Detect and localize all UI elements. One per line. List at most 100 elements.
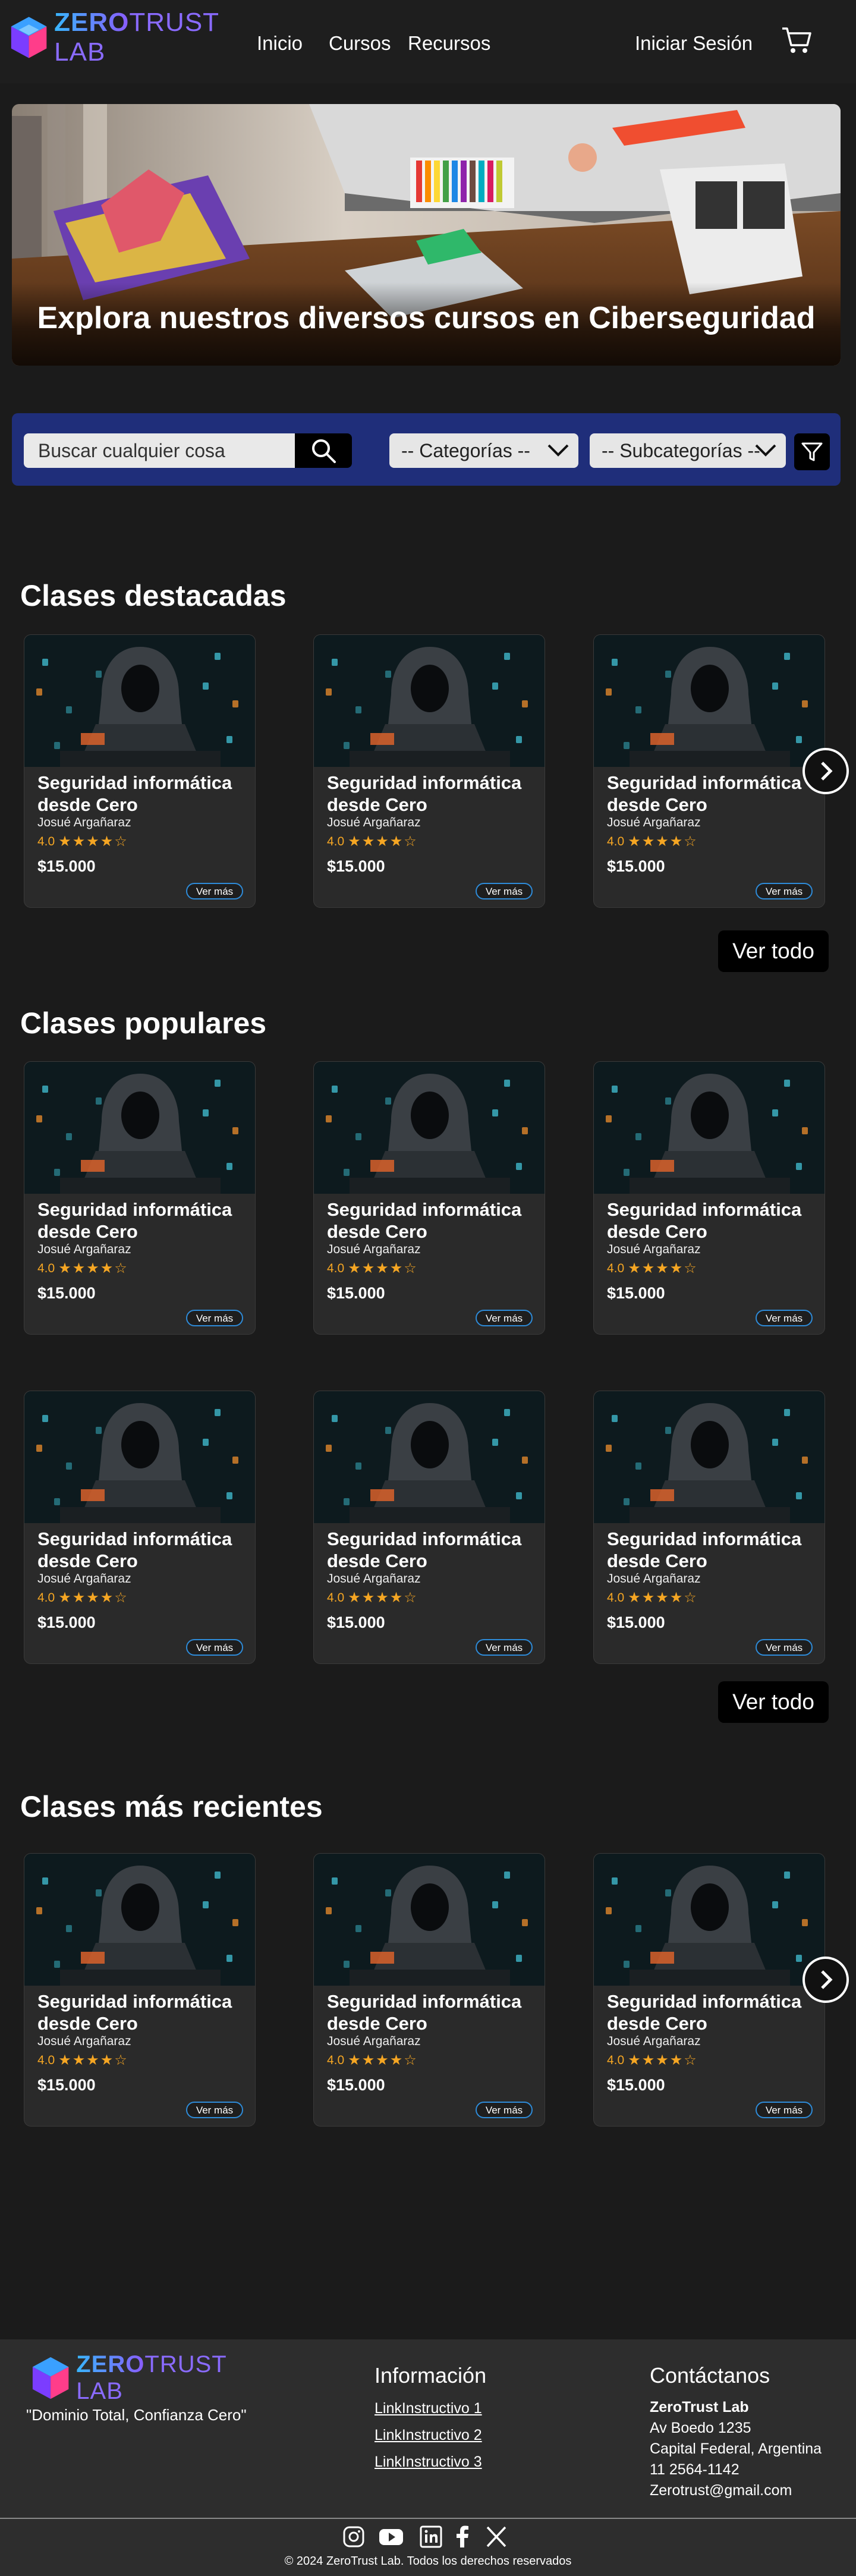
youtube-icon[interactable] — [378, 2525, 404, 2549]
star-filled-icon: ★ — [72, 1260, 86, 1276]
ver-todo-featured-button[interactable]: Ver todo — [718, 930, 829, 972]
star-filled-icon: ★ — [348, 1260, 361, 1276]
course-title[interactable]: Seguridad informática desde Cero — [37, 1199, 246, 1243]
star-empty-icon: ☆ — [404, 833, 417, 850]
course-thumbnail — [24, 1062, 255, 1194]
instagram-icon[interactable] — [342, 2525, 366, 2549]
ver-mas-button[interactable]: Ver más — [756, 883, 813, 899]
course-author: Josué Argañaraz — [607, 1572, 701, 1586]
subcategory-select[interactable]: -- Subcategorías -- — [590, 433, 786, 468]
course-card[interactable]: Seguridad informática desde Cero Josué Ar… — [24, 1391, 256, 1664]
star-filled-icon: ★ — [58, 833, 71, 850]
ver-mas-button[interactable]: Ver más — [186, 1310, 243, 1326]
ver-mas-button[interactable]: Ver más — [476, 1310, 533, 1326]
category-select[interactable]: -- Categorías -- — [389, 433, 578, 468]
course-card[interactable]: Seguridad informática desde Cero Josué Ar… — [593, 1391, 825, 1664]
star-filled-icon: ★ — [376, 1590, 389, 1606]
star-filled-icon: ★ — [669, 833, 683, 850]
course-title[interactable]: Seguridad informática desde Cero — [327, 1199, 535, 1243]
ver-mas-button[interactable]: Ver más — [756, 1310, 813, 1326]
star-filled-icon: ★ — [628, 1590, 641, 1606]
course-price: $15.000 — [37, 1613, 96, 1631]
ver-mas-button[interactable]: Ver más — [476, 1639, 533, 1656]
footer-info-title: Información — [374, 2363, 487, 2388]
carousel-next-recent[interactable] — [802, 1957, 849, 2003]
footer-link-3[interactable]: LinkInstructivo 3 — [374, 2454, 482, 2471]
search-input[interactable]: Buscar cualquier cosa — [24, 433, 295, 468]
course-card[interactable]: Seguridad informática desde Cero Josué Ar… — [313, 634, 545, 908]
rating-value: 4.0 — [607, 1591, 625, 1605]
course-thumbnail — [24, 635, 255, 767]
course-author: Josué Argañaraz — [327, 816, 421, 829]
star-filled-icon: ★ — [348, 1590, 361, 1606]
ver-mas-button[interactable]: Ver más — [186, 1639, 243, 1656]
course-title[interactable]: Seguridad informática desde Cero — [607, 1199, 815, 1243]
star-empty-icon: ☆ — [114, 833, 127, 850]
course-card[interactable]: Seguridad informática desde Cero Josué Ar… — [313, 1853, 545, 2127]
ver-mas-button[interactable]: Ver más — [756, 1639, 813, 1656]
course-card[interactable]: Seguridad informática desde Cero Josué Ar… — [593, 634, 825, 908]
course-rating: 4.0 ★ ★ ★ ★ ☆ — [37, 2053, 127, 2068]
course-rating: 4.0 ★ ★ ★ ★ ☆ — [607, 1262, 697, 1276]
course-title[interactable]: Seguridad informática desde Cero — [607, 772, 815, 816]
star-empty-icon: ☆ — [684, 2052, 697, 2068]
course-title[interactable]: Seguridad informática desde Cero — [37, 1990, 246, 2034]
footer-link-1[interactable]: LinkInstructivo 1 — [374, 2400, 482, 2417]
footer-link-2[interactable]: LinkInstructivo 2 — [374, 2427, 482, 2444]
footer-tagline: "Dominio Total, Confianza Cero" — [26, 2406, 247, 2424]
hero-banner: Explora nuestros diversos cursos en Cibe… — [12, 104, 841, 366]
login-link[interactable]: Iniciar Sesión — [635, 32, 753, 55]
ver-mas-button[interactable]: Ver más — [186, 2102, 243, 2118]
course-thumbnail — [594, 1391, 824, 1523]
star-filled-icon: ★ — [389, 833, 403, 850]
hero-title: Explora nuestros diversos cursos en Cibe… — [37, 301, 816, 335]
course-title[interactable]: Seguridad informática desde Cero — [327, 772, 535, 816]
brand-logo[interactable]: ZEROTRUST LAB — [8, 8, 234, 67]
cart-icon[interactable] — [780, 24, 813, 57]
filter-button[interactable] — [794, 433, 830, 470]
rating-value: 4.0 — [37, 1591, 55, 1605]
course-title[interactable]: Seguridad informática desde Cero — [327, 1990, 535, 2034]
ver-mas-button[interactable]: Ver más — [476, 883, 533, 899]
footer-logo[interactable]: ZEROTRUST LAB — [30, 2349, 256, 2407]
star-filled-icon: ★ — [656, 2052, 669, 2068]
course-title[interactable]: Seguridad informática desde Cero — [607, 1528, 815, 1572]
star-filled-icon: ★ — [100, 1260, 114, 1276]
course-card[interactable]: Seguridad informática desde Cero Josué Ar… — [24, 634, 256, 908]
ver-mas-button[interactable]: Ver más — [756, 2102, 813, 2118]
course-card[interactable]: Seguridad informática desde Cero Josué Ar… — [313, 1391, 545, 1664]
course-card[interactable]: Seguridad informática desde Cero Josué Ar… — [593, 1061, 825, 1335]
course-card[interactable]: Seguridad informática desde Cero Josué Ar… — [593, 1853, 825, 2127]
search-icon — [312, 439, 336, 463]
search-button[interactable] — [295, 433, 352, 468]
nav-cursos[interactable]: Cursos — [329, 32, 391, 55]
course-card[interactable]: Seguridad informática desde Cero Josué Ar… — [24, 1061, 256, 1335]
course-price: $15.000 — [37, 2076, 96, 2094]
contact-email[interactable]: Zerotrust@gmail.com — [650, 2482, 792, 2499]
ver-todo-popular-button[interactable]: Ver todo — [718, 1681, 829, 1723]
x-icon[interactable] — [485, 2525, 508, 2549]
star-filled-icon: ★ — [669, 1590, 683, 1606]
rating-value: 4.0 — [607, 1262, 625, 1275]
nav-recursos[interactable]: Recursos — [408, 32, 490, 55]
course-title[interactable]: Seguridad informática desde Cero — [37, 772, 246, 816]
carousel-next-featured[interactable] — [802, 748, 849, 794]
facebook-icon[interactable] — [455, 2525, 470, 2549]
course-author: Josué Argañaraz — [327, 1243, 421, 1256]
course-title[interactable]: Seguridad informática desde Cero — [37, 1528, 246, 1572]
rating-value: 4.0 — [327, 1591, 345, 1605]
course-card[interactable]: Seguridad informática desde Cero Josué Ar… — [24, 1853, 256, 2127]
linkedin-icon[interactable] — [419, 2525, 443, 2549]
ver-mas-button[interactable]: Ver más — [476, 2102, 533, 2118]
star-empty-icon: ☆ — [684, 833, 697, 850]
course-title[interactable]: Seguridad informática desde Cero — [607, 1990, 815, 2034]
star-empty-icon: ☆ — [684, 1590, 697, 1606]
star-filled-icon: ★ — [361, 1590, 375, 1606]
rating-value: 4.0 — [327, 2053, 345, 2067]
course-price: $15.000 — [327, 1613, 385, 1631]
course-card[interactable]: Seguridad informática desde Cero Josué Ar… — [313, 1061, 545, 1335]
nav-inicio[interactable]: Inicio — [257, 32, 303, 55]
star-empty-icon: ☆ — [114, 1260, 127, 1276]
course-title[interactable]: Seguridad informática desde Cero — [327, 1528, 535, 1572]
ver-mas-button[interactable]: Ver más — [186, 883, 243, 899]
